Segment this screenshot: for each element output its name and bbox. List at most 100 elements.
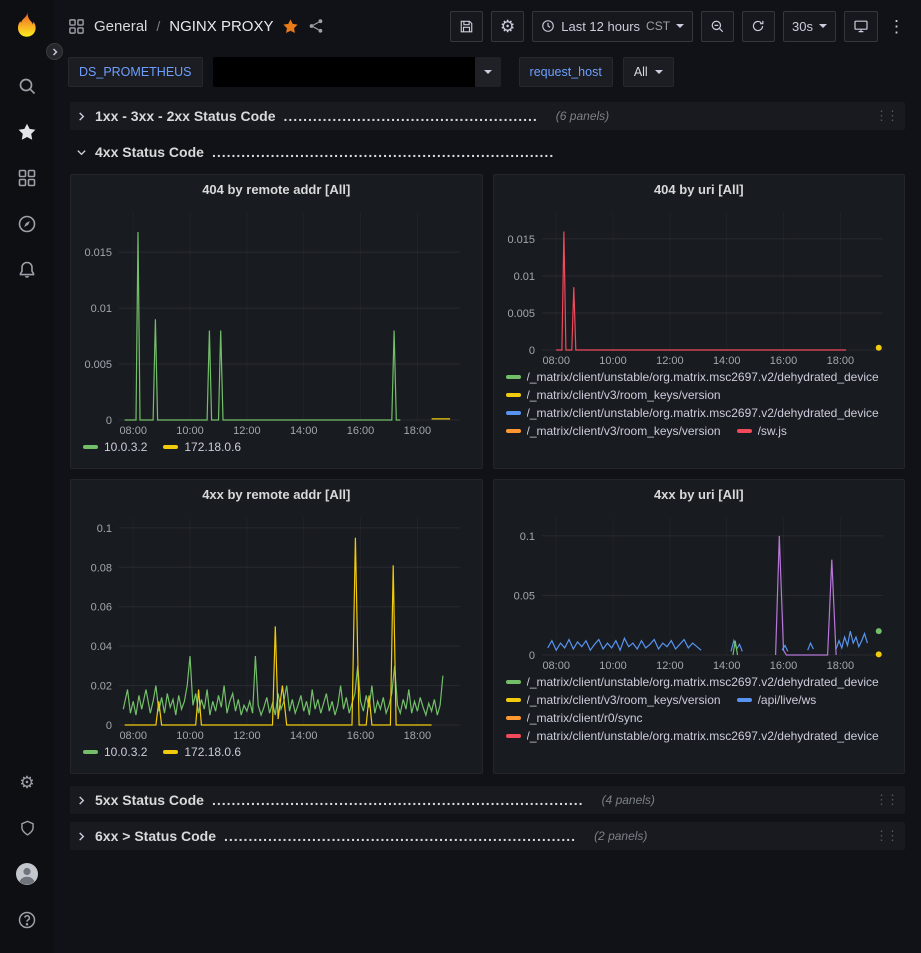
panel-404-by-uri: 404 by uri [All] 08:0010:0012:0014:0016:…: [493, 174, 906, 469]
time-range-picker[interactable]: Last 12 hours CST: [532, 11, 693, 42]
gear-icon: ⚙: [19, 774, 34, 791]
legend-swatch: [737, 429, 752, 433]
cycle-view-mode-button[interactable]: [844, 11, 878, 42]
datasource-variable-label[interactable]: DS_PROMETHEUS: [68, 57, 203, 87]
svg-text:08:00: 08:00: [542, 660, 570, 672]
panel-chart[interactable]: 08:0010:0012:0014:0016:0018:0000.020.040…: [77, 508, 476, 743]
legend-label: /_matrix/client/r0/sync: [527, 711, 643, 725]
sidebar-expand-button[interactable]: [46, 43, 63, 60]
row-5xx-status-code[interactable]: 5xx Status Code ........................…: [70, 786, 905, 814]
row-4xx-status-code[interactable]: 4xx Status Code ........................…: [70, 138, 905, 166]
panel-legend: /_matrix/client/unstable/org.matrix.msc2…: [506, 370, 893, 462]
legend-swatch: [83, 750, 98, 754]
sidebar-item-explore[interactable]: [5, 201, 49, 247]
svg-text:10:00: 10:00: [176, 425, 204, 437]
svg-text:0.04: 0.04: [91, 641, 112, 653]
row-drag-handle[interactable]: ⋮⋮: [875, 108, 897, 124]
legend-item[interactable]: /api/live/ws: [737, 693, 817, 707]
sidebar-item-profile[interactable]: [5, 851, 49, 897]
svg-text:0.01: 0.01: [513, 271, 534, 283]
avatar: [15, 862, 39, 886]
legend-swatch: [506, 411, 521, 415]
refresh-button[interactable]: [742, 11, 775, 42]
svg-text:10:00: 10:00: [599, 355, 627, 367]
row-panel-count: (6 panels): [556, 109, 609, 123]
legend-item[interactable]: /_matrix/client/v3/room_keys/version: [506, 693, 721, 707]
legend-label: /_matrix/client/unstable/org.matrix.msc2…: [527, 729, 879, 743]
legend-item[interactable]: 172.18.0.6: [163, 745, 241, 759]
dashboards-grid-icon: [17, 168, 37, 188]
row-title: 1xx - 3xx - 2xx Status Code: [95, 108, 276, 124]
sidebar-item-configuration[interactable]: ⚙: [5, 759, 49, 805]
row-drag-handle[interactable]: ⋮⋮: [875, 792, 897, 808]
datasource-value-dropdown[interactable]: [213, 57, 501, 87]
legend-swatch: [506, 716, 521, 720]
panel-chart[interactable]: 08:0010:0012:0014:0016:0018:0000.050.1: [500, 508, 899, 673]
legend-item[interactable]: /_matrix/client/v3/room_keys/version: [506, 388, 721, 402]
dashboard-settings-button[interactable]: ⚙: [491, 11, 524, 42]
panels-grid: 404 by remote addr [All] 08:00 10:00 12:00…: [70, 174, 905, 774]
chevron-right-icon: [76, 831, 87, 842]
legend-item[interactable]: 172.18.0.6: [163, 440, 241, 454]
svg-text:0.015: 0.015: [84, 247, 112, 259]
legend-item[interactable]: 10.0.3.2: [83, 440, 147, 454]
svg-text:14:00: 14:00: [290, 425, 318, 437]
grafana-logo-icon[interactable]: [12, 10, 42, 45]
dashboard-title[interactable]: NGINX PROXY: [169, 18, 273, 35]
legend-item[interactable]: /sw.js: [737, 424, 787, 438]
refresh-interval-dropdown[interactable]: 30s: [783, 11, 836, 42]
breadcrumb-section[interactable]: General: [94, 18, 147, 35]
row-6xx-status-code[interactable]: 6xx > Status Code ......................…: [70, 822, 905, 850]
panel-title[interactable]: 4xx by remote addr [All]: [71, 480, 482, 508]
help-icon: [17, 910, 37, 930]
svg-text:08:00: 08:00: [119, 425, 147, 437]
chevron-down-icon: [484, 70, 492, 74]
svg-text:0: 0: [528, 345, 534, 357]
svg-text:0.02: 0.02: [91, 681, 112, 693]
svg-text:0.1: 0.1: [519, 531, 534, 543]
zoom-out-icon: [710, 19, 725, 34]
legend-swatch: [506, 429, 521, 433]
sidebar-item-alerting[interactable]: [5, 247, 49, 293]
svg-text:12:00: 12:00: [656, 660, 684, 672]
legend-item[interactable]: /_matrix/client/r0/sync: [506, 711, 643, 725]
row-1xx-3xx-2xx-status-code[interactable]: 1xx - 3xx - 2xx Status Code ............…: [70, 102, 905, 130]
legend-item[interactable]: /_matrix/client/v3/room_keys/version: [506, 424, 721, 438]
sidebar-item-search[interactable]: [5, 63, 49, 109]
svg-text:0.08: 0.08: [91, 562, 112, 574]
share-icon[interactable]: [308, 18, 324, 34]
panel-chart[interactable]: 08:0010:0012:0014:0016:0018:0000.0050.01…: [77, 203, 476, 438]
legend-label: /_matrix/client/unstable/org.matrix.msc2…: [527, 370, 879, 384]
apps-grid-icon[interactable]: [68, 18, 85, 35]
legend-item[interactable]: /_matrix/client/unstable/org.matrix.msc2…: [506, 675, 879, 689]
request-host-value-dropdown[interactable]: All: [623, 57, 674, 87]
legend-item[interactable]: /_matrix/client/unstable/org.matrix.msc2…: [506, 370, 879, 384]
chevron-down-icon: [76, 147, 87, 158]
svg-text:18:00: 18:00: [826, 660, 854, 672]
zoom-out-button[interactable]: [701, 11, 734, 42]
sidebar-item-starred[interactable]: [5, 109, 49, 155]
clock-icon: [541, 19, 555, 33]
legend-swatch: [737, 698, 752, 702]
chevron-down-icon: [655, 70, 663, 74]
legend-item[interactable]: /_matrix/client/unstable/org.matrix.msc2…: [506, 406, 879, 420]
svg-text:0: 0: [528, 650, 534, 662]
panel-chart[interactable]: 08:0010:0012:0014:0016:0018:0000.0050.01…: [500, 203, 899, 368]
kebab-menu-button[interactable]: ⋮: [886, 11, 907, 42]
sidebar-item-help[interactable]: [5, 897, 49, 943]
panel-title[interactable]: 4xx by uri [All]: [494, 480, 905, 508]
star-icon: [17, 122, 37, 142]
panel-title[interactable]: 404 by remote addr [All]: [71, 175, 482, 203]
sidebar-item-server-admin[interactable]: [5, 805, 49, 851]
svg-text:16:00: 16:00: [347, 730, 375, 742]
chevron-down-icon: [819, 24, 827, 28]
request-host-variable-label[interactable]: request_host: [519, 57, 613, 87]
legend-item[interactable]: 10.0.3.2: [83, 745, 147, 759]
legend-item[interactable]: /_matrix/client/unstable/org.matrix.msc2…: [506, 729, 879, 743]
row-drag-handle[interactable]: ⋮⋮: [875, 828, 897, 844]
sidebar-item-dashboards[interactable]: [5, 155, 49, 201]
favorite-star-icon[interactable]: [282, 18, 299, 35]
save-dashboard-button[interactable]: [450, 11, 483, 42]
shield-icon: [18, 819, 37, 838]
panel-title[interactable]: 404 by uri [All]: [494, 175, 905, 203]
